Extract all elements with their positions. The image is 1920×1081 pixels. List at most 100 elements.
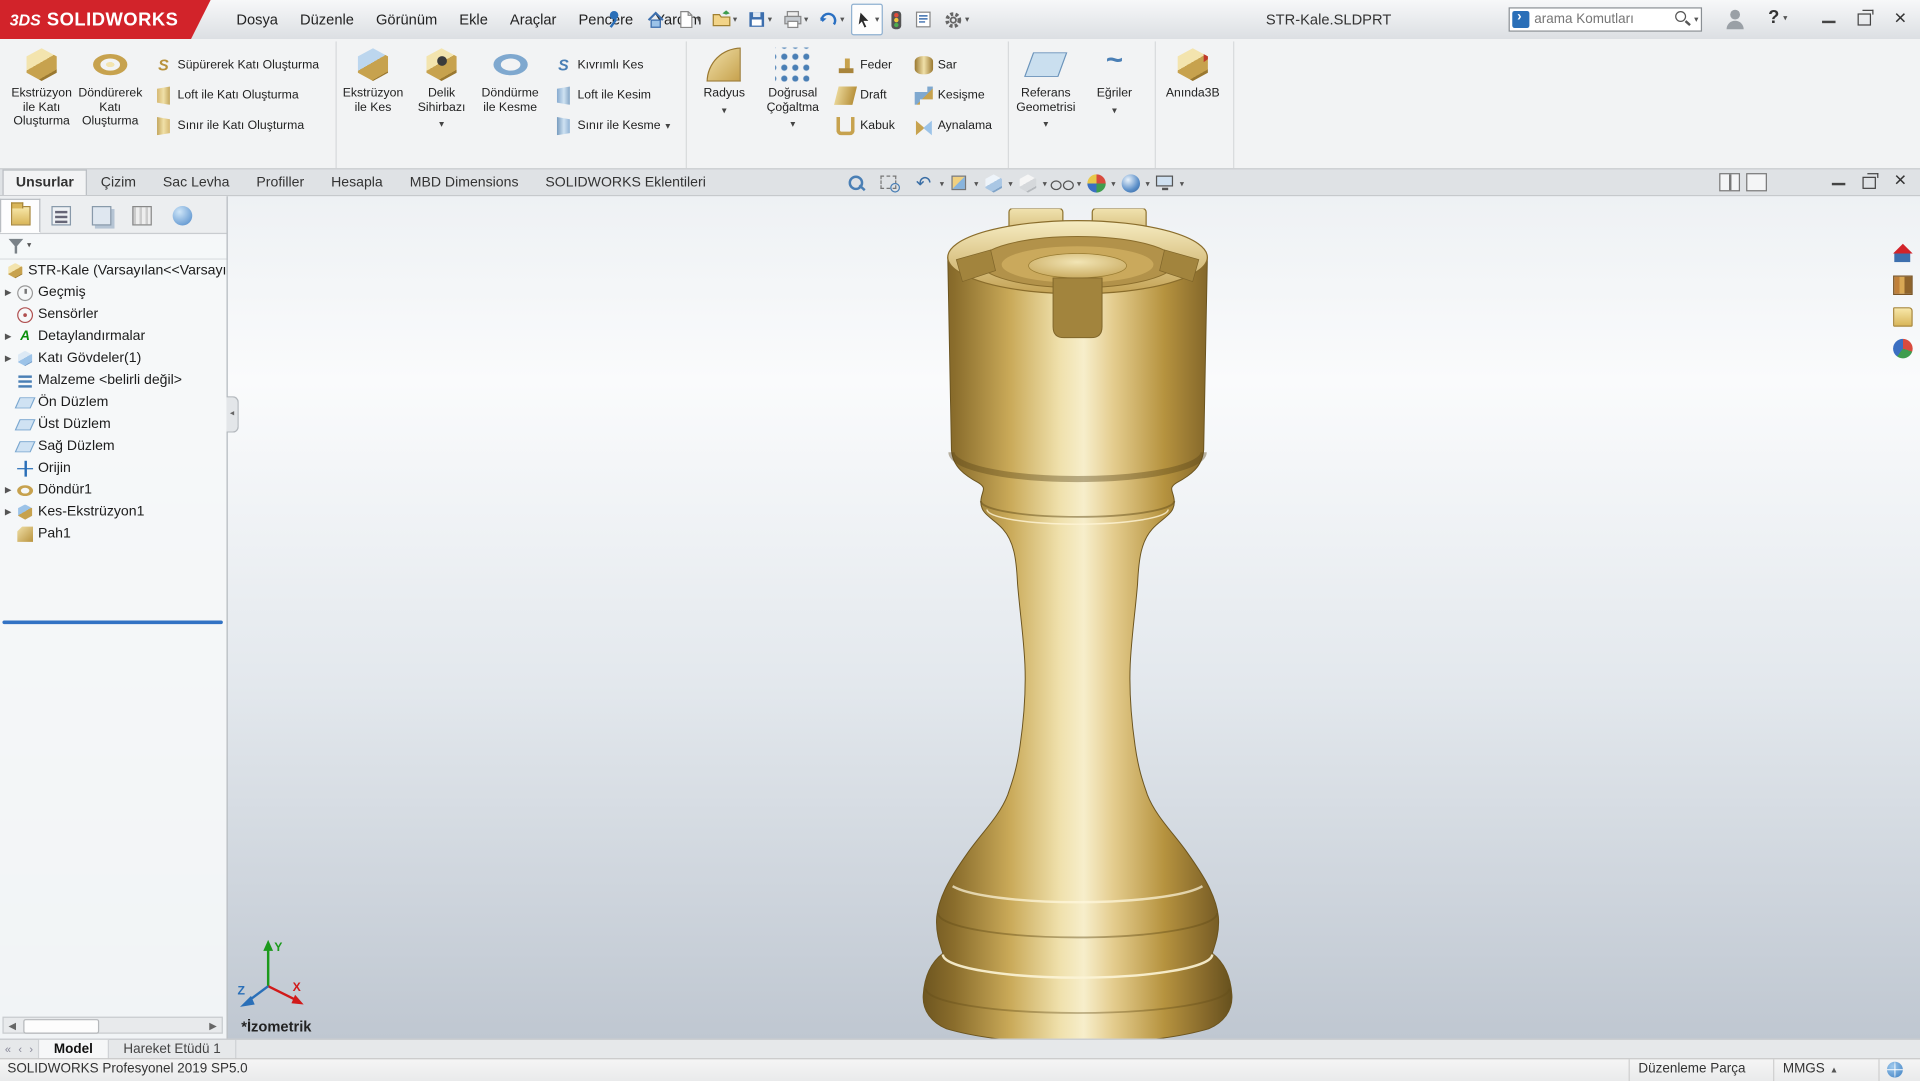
tree-item[interactable]: Sağ Düzlem <box>0 435 227 457</box>
section-view-button[interactable] <box>945 172 977 196</box>
help-button[interactable]: ? ▾ <box>1761 6 1795 29</box>
ribbon-tab[interactable]: SOLIDWORKS Eklentileri <box>532 169 719 195</box>
fillet-button[interactable]: Radyus <box>690 43 759 160</box>
lofted-cut-button[interactable]: Loft ile Kesim <box>547 85 678 106</box>
dropdown-caret-icon[interactable]: ▾ <box>965 15 969 25</box>
rook-body[interactable] <box>923 257 1232 1038</box>
revolve-cut-button[interactable]: Döndürme ile Kesme <box>476 43 545 160</box>
boundary-boss-button[interactable]: Sınır ile Katı Oluşturma <box>147 116 327 137</box>
graphics-viewport[interactable]: Y X Z *İzometrik <box>0 196 1920 1038</box>
menu-item[interactable]: Görünüm <box>365 0 448 39</box>
curves-button[interactable]: Eğriler <box>1080 43 1149 160</box>
previous-view-button[interactable] <box>911 172 943 196</box>
apply-scene-button[interactable] <box>1117 172 1149 196</box>
print-button[interactable]: ▾ <box>778 4 812 36</box>
dropdown-caret-icon[interactable] <box>665 119 670 132</box>
wrap-button[interactable]: Sar <box>907 55 999 76</box>
ribbon-tab[interactable]: MBD Dimensions <box>396 169 532 195</box>
sweep-boss-button[interactable]: Süpürerek Katı Oluşturma <box>147 55 327 76</box>
boundary-cut-button[interactable]: Sınır ile Kesme <box>547 116 678 137</box>
loft-boss-button[interactable]: Loft ile Katı Oluşturma <box>147 85 327 106</box>
menu-item[interactable]: Araçlar <box>499 0 568 39</box>
study-tab[interactable]: Model <box>39 1040 109 1060</box>
view-settings-button[interactable] <box>1151 172 1183 196</box>
open-button[interactable]: ▾ <box>707 4 741 36</box>
document-minimize-button[interactable] <box>1820 168 1852 195</box>
dropdown-caret-icon[interactable] <box>1043 117 1048 130</box>
select-button[interactable]: ▾ <box>851 4 883 36</box>
extrude-cut-button[interactable]: Ekstrüzyon ile Kes <box>339 43 408 160</box>
minimize-button[interactable] <box>1810 0 1847 39</box>
hole-wizard-button[interactable]: Delik Sihirbazı <box>407 43 476 160</box>
ribbon-tab[interactable]: Çizim <box>87 169 149 195</box>
rebuild-button[interactable] <box>885 4 907 36</box>
study-tab[interactable]: Hareket Etüdü 1 <box>109 1040 237 1060</box>
file-properties-button[interactable] <box>910 4 937 36</box>
nav-prev-icon[interactable]: ‹ <box>16 1043 25 1055</box>
dropdown-caret-icon[interactable]: ▾ <box>697 15 701 25</box>
dropdown-caret-icon[interactable] <box>790 117 795 130</box>
home-button[interactable] <box>642 4 670 36</box>
filter-caret-icon[interactable]: ▾ <box>27 240 31 250</box>
scroll-left-icon[interactable]: ◀ <box>4 1018 21 1033</box>
close-button[interactable] <box>1883 0 1920 39</box>
save-button[interactable]: ▾ <box>743 4 775 36</box>
undo-button[interactable]: ▾ <box>814 4 848 36</box>
panel-collapse-grip[interactable]: ◂ <box>227 396 239 433</box>
split-pane-icon[interactable] <box>1719 173 1740 191</box>
instant3d-button[interactable]: Anında3B <box>1158 43 1227 160</box>
design-library-button[interactable] <box>1891 274 1915 297</box>
expand-arrow-icon[interactable]: ▶ <box>5 332 17 342</box>
expand-arrow-icon[interactable]: ▶ <box>5 354 17 364</box>
reference-geometry-button[interactable]: Referans Geometrisi <box>1012 43 1081 160</box>
dropdown-caret-icon[interactable] <box>1112 103 1117 116</box>
intersect-button[interactable]: Kesişme <box>907 85 999 106</box>
tree-root-item[interactable]: STR-Kale (Varsayılan<<Varsayılan>_G... <box>0 260 227 282</box>
panel-horizontal-scrollbar[interactable]: ◀ ▶ <box>2 1017 222 1034</box>
tree-item[interactable]: Sensörler <box>0 304 227 326</box>
ribbon-tab[interactable]: Sac Levha <box>149 169 243 195</box>
mirror-button[interactable]: Aynalama <box>907 116 999 137</box>
edit-appearance-button[interactable] <box>1082 172 1114 196</box>
search-scope-icon[interactable] <box>1512 11 1529 28</box>
rib-button[interactable]: Feder <box>830 55 903 76</box>
options-button[interactable]: ▾ <box>939 4 973 36</box>
draft-button[interactable]: Draft <box>830 85 903 106</box>
expand-arrow-icon[interactable]: ▶ <box>5 507 17 517</box>
expand-arrow-icon[interactable]: ▶ <box>5 288 17 298</box>
expand-arrow-icon[interactable]: ▶ <box>5 485 17 495</box>
tree-item[interactable]: Malzeme <belirli değil> <box>0 369 227 391</box>
search-caret-icon[interactable]: ▾ <box>1694 15 1698 25</box>
dropdown-caret-icon[interactable]: ▾ <box>804 15 808 25</box>
dropdown-caret-icon[interactable]: ▾ <box>875 15 879 25</box>
tree-item[interactable]: Ön Düzlem <box>0 391 227 413</box>
extrude-boss-button[interactable]: Ekstrüzyon ile Katı Oluşturma <box>7 43 76 160</box>
configurationmanager-tab[interactable] <box>81 199 121 233</box>
document-restore-button[interactable] <box>1851 168 1883 195</box>
nav-first-icon[interactable]: « <box>2 1043 13 1055</box>
displaymanager-tab[interactable] <box>162 199 202 233</box>
globe-status-icon[interactable] <box>1887 1062 1903 1078</box>
ribbon-tab[interactable]: Profiller <box>243 169 318 195</box>
dropdown-caret-icon[interactable] <box>439 117 444 130</box>
propertymanager-tab[interactable] <box>40 199 80 233</box>
document-close-button[interactable] <box>1883 168 1915 195</box>
dropdown-caret-icon[interactable]: ▾ <box>733 15 737 25</box>
tree-item[interactable]: Pah1 <box>0 523 227 545</box>
scroll-right-icon[interactable]: ▶ <box>204 1018 221 1033</box>
search-icon[interactable] <box>1672 9 1694 31</box>
zoom-to-area-button[interactable] <box>877 172 909 196</box>
featuremanager-tab[interactable] <box>0 199 40 233</box>
hide-show-items-button[interactable] <box>1048 172 1080 196</box>
tree-item[interactable]: ▶ Geçmiş <box>0 282 227 304</box>
tree-item[interactable]: ▶ Detaylandırmalar <box>0 325 227 347</box>
new-document-button[interactable]: ▾ <box>672 4 704 36</box>
filter-funnel-icon[interactable] <box>7 238 24 255</box>
home-pane-button[interactable] <box>1891 243 1915 266</box>
search-input[interactable] <box>1532 11 1672 28</box>
tree-item[interactable]: ▶ Katı Gövdeler(1) <box>0 347 227 369</box>
zoom-to-fit-button[interactable] <box>842 172 874 196</box>
dropdown-caret-icon[interactable] <box>722 103 727 116</box>
single-pane-icon[interactable] <box>1746 173 1767 191</box>
dropdown-caret-icon[interactable]: ▾ <box>840 15 844 25</box>
